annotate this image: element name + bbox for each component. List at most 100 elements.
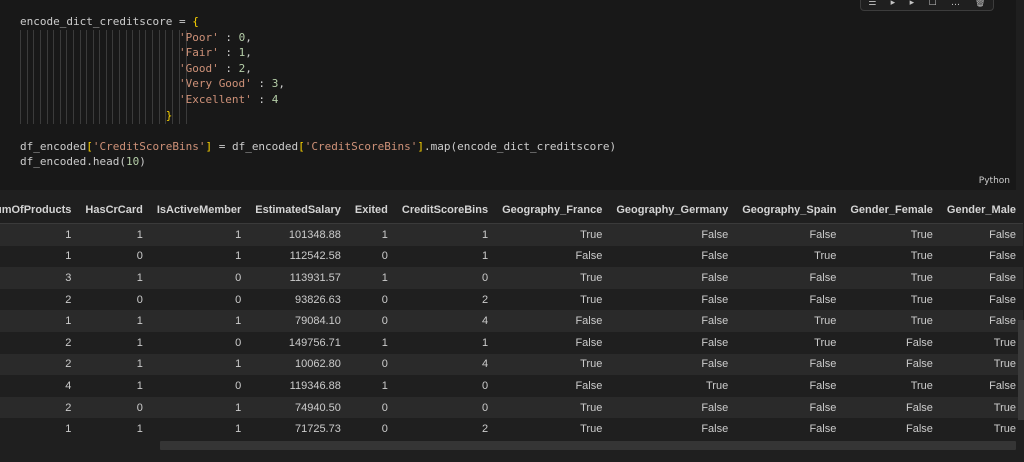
col-header: HasCrCard <box>78 197 150 224</box>
table-cell: 0 <box>78 396 150 419</box>
table-cell: False <box>495 375 610 397</box>
table-cell: False <box>609 223 736 246</box>
table-cell: 2 <box>0 288 79 311</box>
table-cell: 1 <box>394 331 496 354</box>
code-editor[interactable]: encode_dict_creditscore = { 'Poor' : 0, … <box>20 14 616 170</box>
table-cell: 1 <box>394 245 496 268</box>
table-cell: 1 <box>149 353 249 376</box>
code-line-10: df_encoded.head(10) <box>20 155 146 169</box>
execute-below-icon[interactable]: ▸ <box>910 0 915 8</box>
table-cell: False <box>609 331 736 354</box>
table-cell: True <box>495 396 610 419</box>
table-cell: 1 <box>149 310 249 332</box>
table-cell: 0 <box>394 267 496 289</box>
table-cell: 113931.57 <box>248 267 348 289</box>
table-cell: False <box>735 353 844 376</box>
table-cell: 0 <box>347 288 395 311</box>
table-cell: 2 <box>0 396 79 419</box>
split-cell-icon[interactable]: ☐ <box>929 0 937 8</box>
table-cell: 1 <box>0 418 79 440</box>
table-cell: False <box>843 353 940 376</box>
col-header: Geography_France <box>495 197 610 224</box>
table-cell: 1 <box>78 353 150 376</box>
table-row: 1 1 1 79084.10 0 4 False False True True False <box>0 310 1023 332</box>
brace-open: { <box>192 15 199 28</box>
table-cell: 1 <box>149 245 249 268</box>
table-cell: True <box>495 288 610 311</box>
horizontal-scrollbar[interactable] <box>160 441 1016 450</box>
table-cell: False <box>495 310 610 332</box>
table-cell: 0 <box>149 331 249 354</box>
cell-language-label[interactable]: Python <box>979 176 1010 186</box>
table-cell: False <box>735 396 844 419</box>
code-line-7: } <box>20 108 173 122</box>
table-cell: 0 <box>347 418 395 440</box>
table-cell: 2 <box>394 288 496 311</box>
col-header: CreditScoreBins <box>394 197 496 224</box>
table-row: 2 0 1 74940.50 0 0 True False False False True <box>0 396 1023 419</box>
table-row: 1 1 1 71725.73 0 2 True False False False True <box>0 418 1023 440</box>
table-row: 4 1 0 119346.88 1 0 False True False True False <box>0 375 1023 397</box>
table-cell: False <box>939 223 1023 246</box>
table-cell: 2 <box>0 353 79 376</box>
table-cell: True <box>843 375 940 397</box>
brace-close: } <box>165 108 173 122</box>
code-line-5: 'Very Good' : 3, <box>178 77 285 91</box>
table-cell: False <box>939 267 1023 289</box>
table-cell: True <box>843 223 940 246</box>
table-cell: True <box>843 288 940 311</box>
run-by-line-icon[interactable]: ☰ <box>868 0 876 8</box>
code-line-1: encode_dict_creditscore = { <box>20 15 199 28</box>
table-cell: False <box>609 310 736 332</box>
table-cell: 0 <box>347 245 395 268</box>
table-cell: False <box>939 245 1023 268</box>
col-header: IsActiveMember <box>149 197 249 224</box>
table-cell: False <box>735 223 844 246</box>
table-row: 2 0 0 93826.63 0 2 True False False True False <box>0 288 1023 311</box>
table-cell: 149756.71 <box>248 331 348 354</box>
code-line-4: 'Good' : 2, <box>178 61 252 75</box>
more-icon[interactable]: … <box>951 0 960 8</box>
table-row: 2 1 0 149756.71 1 1 False False True False True <box>0 331 1023 354</box>
table-cell: False <box>495 245 610 268</box>
table-cell: 4 <box>394 310 496 332</box>
table-cell: False <box>609 353 736 376</box>
delete-icon[interactable]: 🗑 <box>974 0 985 8</box>
table-cell: True <box>495 418 610 440</box>
table-cell: False <box>843 396 940 419</box>
execute-above-icon[interactable]: ▸ <box>891 0 896 8</box>
table-cell: True <box>939 331 1023 354</box>
table-cell: False <box>735 418 844 440</box>
table-cell: False <box>735 267 844 289</box>
table-cell: True <box>939 418 1023 440</box>
cell-toolbar: ☰ ▸ ▸ ☐ … 🗑 <box>860 0 994 11</box>
table-cell: 4 <box>0 375 79 397</box>
table-cell: True <box>495 223 610 246</box>
table-cell: 74940.50 <box>248 396 348 419</box>
table-row: 1 1 1 101348.88 1 1 True False False True False <box>0 223 1023 246</box>
dataframe-table: umOfProducts HasCrCard IsActiveMember Es… <box>0 197 1023 440</box>
table-cell: 0 <box>347 396 395 419</box>
table-cell: True <box>495 267 610 289</box>
col-header: Exited <box>347 197 395 224</box>
code-cell[interactable]: ☰ ▸ ▸ ☐ … 🗑 encode_dict_creditscore = { … <box>0 0 1016 190</box>
table-cell: 1 <box>78 418 150 440</box>
table-cell: True <box>735 331 844 354</box>
table-cell: 1 <box>347 223 395 246</box>
col-header: Gender_Female <box>843 197 940 224</box>
table-header-row: umOfProducts HasCrCard IsActiveMember Es… <box>0 197 1023 224</box>
vertical-scrollbar[interactable] <box>1018 320 1024 420</box>
table-cell: 0 <box>149 288 249 311</box>
code-line-6: 'Excellent' : 4 <box>178 92 279 106</box>
table-cell: 1 <box>149 223 249 246</box>
table-body: 1 1 1 101348.88 1 1 True False False True False 1 0 1… <box>0 223 1023 440</box>
table-cell: 0 <box>78 245 150 268</box>
code-line-2: 'Poor' : 0, <box>178 30 252 44</box>
table-cell: False <box>939 375 1023 397</box>
table-row: 1 0 1 112542.58 0 1 False False True True False <box>0 245 1023 268</box>
table-cell: 0 <box>149 375 249 397</box>
table-cell: 1 <box>78 331 150 354</box>
table-cell: 0 <box>347 310 395 332</box>
table-cell: 79084.10 <box>248 310 348 332</box>
table-cell: 4 <box>394 353 496 376</box>
